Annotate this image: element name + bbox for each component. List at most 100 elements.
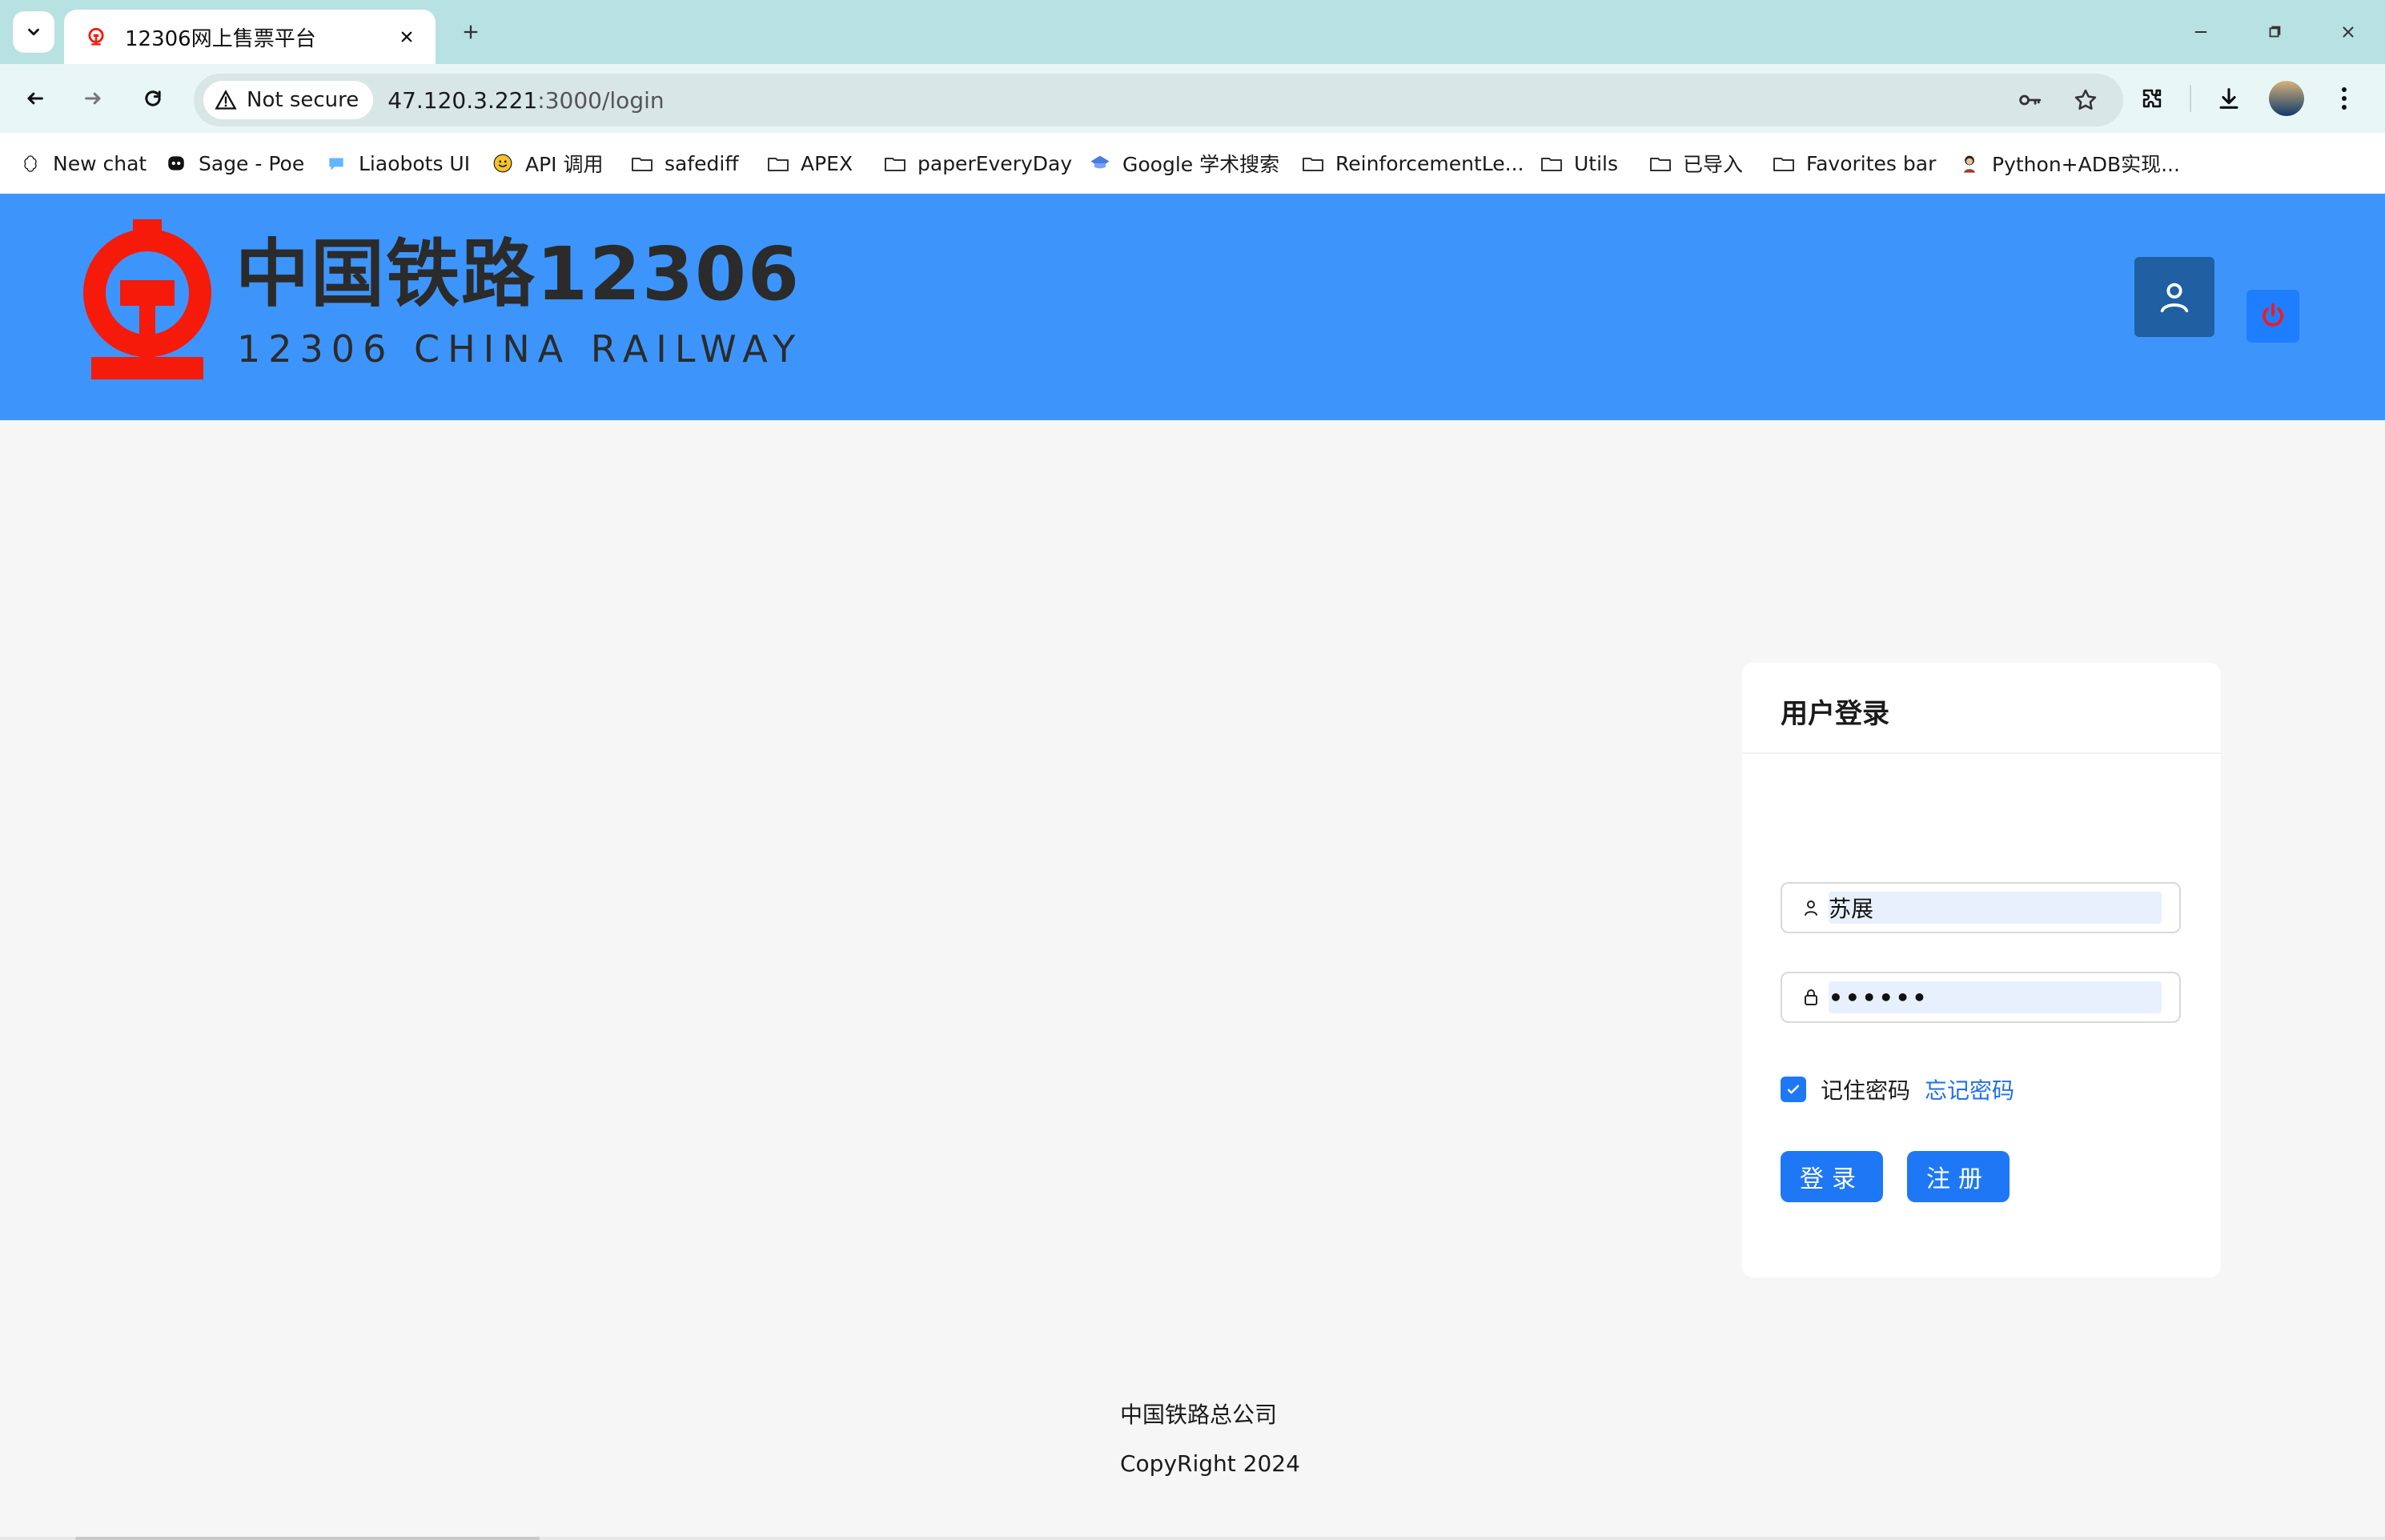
register-button[interactable]: 注册: [1907, 1151, 2010, 1202]
bookmark-new-chat[interactable]: New chat: [19, 147, 147, 179]
bookmark-star-button[interactable]: [2067, 82, 2104, 118]
tab-title: 12306网上售票平台: [125, 26, 316, 51]
chatgpt-icon: [19, 152, 42, 174]
bookmark-sage-poe[interactable]: Sage - Poe: [165, 147, 304, 179]
url-path: :3000/login: [537, 86, 665, 114]
bookmark-label: Utils: [1574, 151, 1619, 175]
close-icon: [401, 31, 412, 42]
logout-button[interactable]: [2246, 290, 2299, 343]
minimize-button[interactable]: [2164, 0, 2238, 64]
download-icon: [2219, 88, 2238, 109]
window-controls: [2164, 0, 2385, 64]
brand-title-cn: 中国铁路12306: [235, 231, 801, 317]
new-tab-button[interactable]: [453, 14, 488, 50]
back-button[interactable]: [14, 78, 54, 118]
remember-checkbox[interactable]: [1781, 1077, 1806, 1102]
username-input[interactable]: [1829, 892, 2160, 924]
checkmark-icon: [1787, 1085, 1800, 1094]
bookmark-label: 已导入: [1683, 153, 1744, 176]
folder-icon: [767, 152, 789, 174]
site-favicon: [82, 22, 110, 51]
remember-password-row: 记住密码 忘记密码: [1781, 1073, 2014, 1105]
profile-button[interactable]: [2267, 78, 2307, 118]
bookmark-api[interactable]: API 调用: [492, 147, 604, 179]
bookmark-folder-papereveryday[interactable]: paperEveryDay: [884, 147, 1072, 179]
url-host: 47.120.3.221: [387, 86, 538, 114]
arrow-right-icon: [85, 92, 101, 105]
login-button[interactable]: 登录: [1781, 1151, 1883, 1202]
passwords-button[interactable]: [2011, 82, 2048, 118]
toolbar-divider: [2190, 85, 2191, 112]
user-account-button[interactable]: [2134, 257, 2214, 337]
user-icon: [1797, 893, 1825, 922]
power-icon: [2263, 303, 2283, 327]
url-text: 47.120.3.221:3000/login: [387, 87, 664, 114]
bookmark-label: API 调用: [525, 153, 604, 176]
key-icon: [2019, 94, 2042, 106]
extensions-button[interactable]: [2132, 78, 2172, 118]
forward-button[interactable]: [74, 78, 114, 118]
bookmark-folder-safediff[interactable]: safediff: [631, 147, 739, 179]
password-field[interactable]: [1781, 972, 2181, 1023]
bookmark-label: Google 学术搜索: [1122, 153, 1280, 176]
chevron-down-icon: [28, 28, 39, 36]
bookmark-folder-favorites-bar[interactable]: Favorites bar: [1773, 147, 1936, 179]
folder-icon: [884, 152, 906, 174]
menu-button[interactable]: [2324, 78, 2364, 118]
bookmark-google-scholar[interactable]: Google 学术搜索: [1089, 147, 1279, 179]
bookmark-label: paperEveryDay: [917, 151, 1073, 175]
puzzle-icon: [2142, 89, 2162, 108]
avatar-icon: [1958, 152, 1981, 174]
downloads-button[interactable]: [2209, 78, 2249, 118]
warning-triangle-icon: [215, 90, 237, 110]
browser-tab-strip: 12306网上售票平台: [0, 0, 2385, 64]
remember-label: 记住密码: [1821, 1077, 1911, 1104]
bookmark-label: Sage - Poe: [199, 151, 305, 175]
tab-close-button[interactable]: [395, 26, 418, 48]
bookmarks-bar: New chat Sage - Poe Liaobots UI API 调用 s…: [0, 133, 2385, 195]
reload-button[interactable]: [133, 78, 173, 118]
browser-toolbar: Not secure 47.120.3.221:3000/login: [0, 64, 2385, 133]
star-icon: [2074, 89, 2097, 110]
login-card: 用户登录 苏展 记住密码 忘记密码 登录 注册: [1742, 663, 2221, 1277]
bookmark-label: New chat: [53, 151, 147, 175]
bookmark-label: ReinforcementLe...: [1335, 151, 1524, 175]
site-header: 中国铁路12306 12306 CHINA RAILWAY: [0, 194, 2385, 420]
bookmark-folder-imported[interactable]: 已导入: [1649, 147, 1743, 179]
address-bar[interactable]: Not secure 47.120.3.221:3000/login: [194, 74, 2123, 126]
speech-bubble-icon: [325, 152, 347, 174]
bookmark-folder-apex[interactable]: APEX: [767, 147, 853, 179]
tab-search-button[interactable]: [13, 11, 54, 53]
folder-icon: [1649, 152, 1672, 174]
restore-icon: [2269, 26, 2281, 38]
scholar-icon: [1089, 152, 1111, 174]
brand-title-en: 12306 CHINA RAILWAY: [237, 327, 804, 371]
bookmark-label: safediff: [665, 151, 739, 175]
password-input[interactable]: [1829, 981, 2160, 1013]
bookmark-label: APEX: [801, 151, 853, 175]
profile-avatar: [2269, 81, 2304, 116]
minimize-icon: [2194, 30, 2207, 34]
bookmark-folder-reinforcement[interactable]: ReinforcementLe...: [1302, 147, 1524, 179]
user-icon: [2160, 283, 2189, 313]
restore-button[interactable]: [2238, 0, 2311, 64]
china-railway-logo-icon: [83, 219, 211, 379]
active-tab[interactable]: 12306网上售票平台: [64, 10, 436, 64]
security-indicator[interactable]: Not secure: [203, 81, 374, 119]
username-field[interactable]: [1781, 882, 2181, 933]
bookmark-python-adb[interactable]: Python+ADB实现...: [1958, 147, 2180, 179]
bookmark-label: Favorites bar: [1806, 151, 1937, 175]
footer-copyright: CopyRight 2024: [1120, 1450, 1300, 1477]
horizontal-scrollbar[interactable]: [0, 1537, 2385, 1540]
scrollbar-thumb[interactable]: [75, 1537, 540, 1540]
close-icon: [2343, 26, 2354, 38]
reload-icon: [145, 90, 161, 106]
poe-icon: [165, 152, 187, 174]
close-window-button[interactable]: [2311, 0, 2385, 64]
railway-logo-icon: [88, 27, 104, 46]
forgot-password-link[interactable]: 忘记密码: [1925, 1073, 2014, 1105]
toolbar-right-actions: [2132, 78, 2364, 118]
login-card-divider: [1742, 752, 2221, 754]
bookmark-liaobots[interactable]: Liaobots UI: [325, 147, 470, 179]
bookmark-folder-utils[interactable]: Utils: [1540, 147, 1618, 179]
